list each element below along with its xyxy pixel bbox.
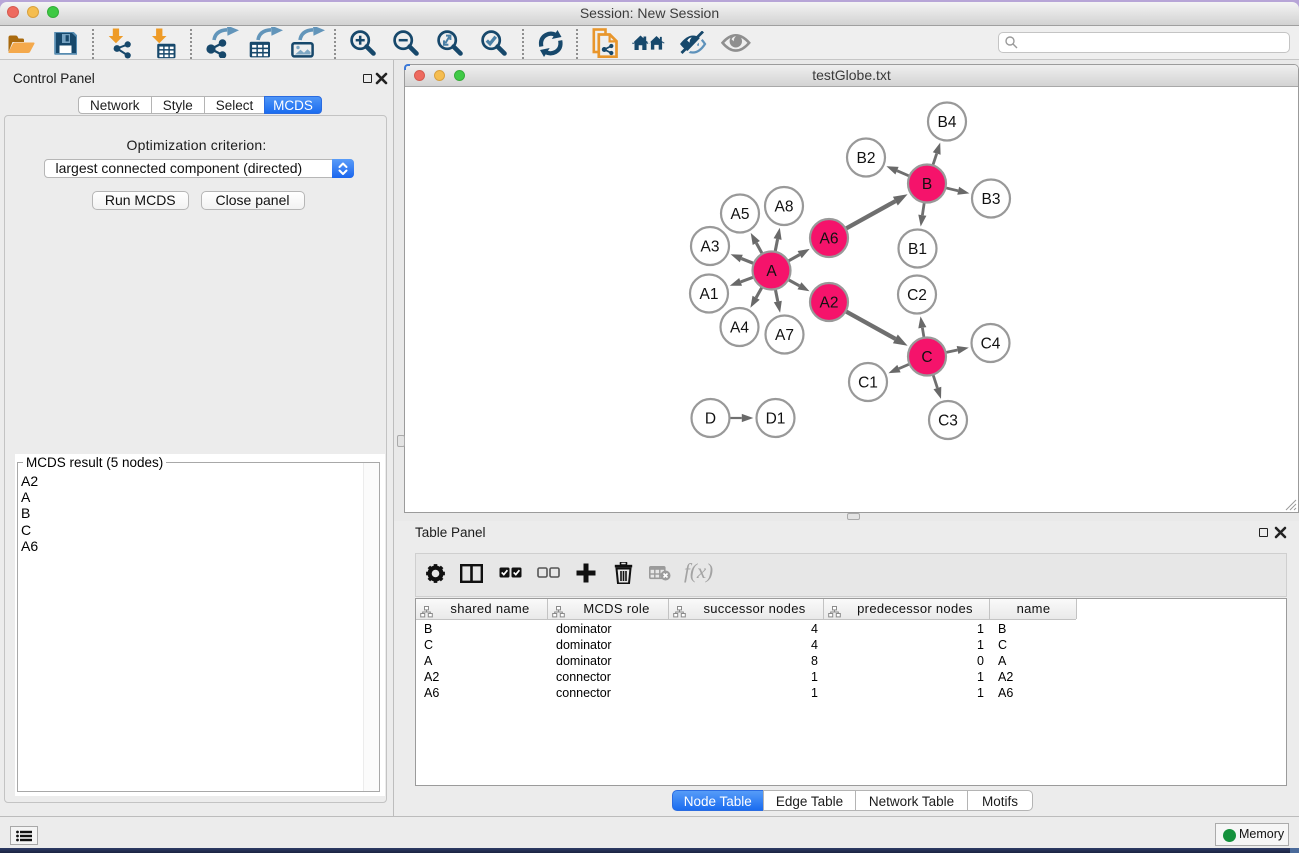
svg-text:A7: A7 bbox=[775, 327, 794, 344]
svg-text:C3: C3 bbox=[938, 413, 958, 430]
svg-text:B4: B4 bbox=[938, 114, 957, 131]
svg-text:A4: A4 bbox=[730, 320, 749, 337]
svg-text:A: A bbox=[766, 263, 777, 280]
svg-text:C: C bbox=[921, 349, 932, 366]
svg-text:A2: A2 bbox=[820, 295, 839, 312]
svg-text:A8: A8 bbox=[775, 199, 794, 216]
svg-text:A1: A1 bbox=[700, 286, 719, 303]
svg-text:A3: A3 bbox=[701, 239, 720, 256]
svg-text:C4: C4 bbox=[981, 336, 1001, 353]
svg-text:C1: C1 bbox=[858, 375, 878, 392]
svg-text:D: D bbox=[705, 411, 716, 428]
svg-text:B: B bbox=[922, 176, 932, 193]
svg-text:B3: B3 bbox=[982, 191, 1001, 208]
svg-text:B2: B2 bbox=[857, 150, 876, 167]
svg-text:C2: C2 bbox=[907, 287, 927, 304]
svg-text:B1: B1 bbox=[908, 241, 927, 258]
svg-text:A6: A6 bbox=[820, 231, 839, 248]
svg-text:A5: A5 bbox=[731, 206, 750, 223]
svg-text:D1: D1 bbox=[766, 411, 786, 428]
